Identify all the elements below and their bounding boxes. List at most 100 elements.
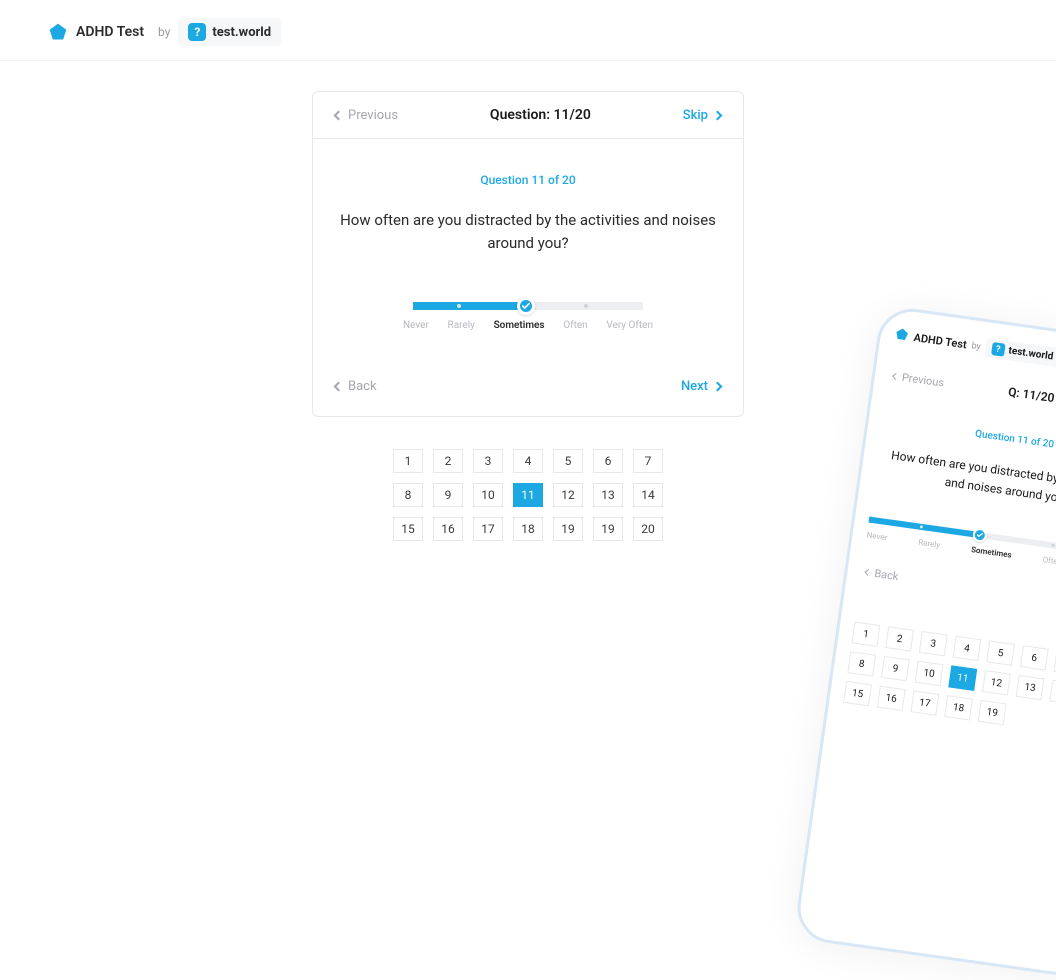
phone-pager-item-17[interactable]: 17 (910, 691, 939, 716)
phone-pager-item-3[interactable]: 3 (919, 631, 948, 656)
phone-bottom-bar: Back Next (861, 565, 1056, 615)
chevron-left-icon (892, 372, 899, 379)
phone-pager-item-2[interactable]: 2 (885, 626, 914, 651)
pager-item-4[interactable]: 4 (513, 449, 543, 473)
pager-item-16[interactable]: 16 (433, 517, 463, 541)
phone-app-title: ADHD Test (913, 331, 968, 351)
pager-item-6[interactable]: 6 (593, 449, 623, 473)
slider-option-sometimes: Sometimes (494, 320, 545, 331)
next-button[interactable]: Next (681, 379, 721, 394)
pager-item-18[interactable]: 18 (513, 517, 543, 541)
pager-item-1[interactable]: 1 (393, 449, 423, 473)
pager-item-15[interactable]: 15 (393, 517, 423, 541)
pager-item-8[interactable]: 8 (393, 483, 423, 507)
phone-pager-item-12[interactable]: 12 (982, 670, 1011, 695)
pager-item-12[interactable]: 12 (553, 483, 583, 507)
check-icon (976, 532, 983, 539)
skip-label: Skip (683, 108, 708, 123)
slider-tick (1052, 544, 1055, 547)
phone-pager-item-15[interactable]: 15 (843, 681, 872, 706)
slider-tick (457, 304, 461, 308)
phone-pager-item-9[interactable]: 9 (881, 656, 910, 681)
pager-item-7[interactable]: 7 (633, 449, 663, 473)
back-label: Back (348, 379, 377, 394)
pager-item-2[interactable]: 2 (433, 449, 463, 473)
phone-brand-badge[interactable]: ? test.world (984, 338, 1056, 367)
phone-pager-item-4[interactable]: 4 (952, 636, 981, 661)
pager-item-19[interactable]: 19 (593, 517, 623, 541)
phone-pager-item-1[interactable]: 1 (851, 622, 880, 647)
slider-option-rarely: Rarely (448, 320, 475, 331)
question-pager: 123456789101112131415161718191920 (393, 449, 663, 541)
brand-name: test.world (212, 25, 271, 40)
answer-slider[interactable]: Never Rarely Sometimes Often Very Often (335, 302, 721, 331)
phone-question-pager: 12345678910111213141516171819 (843, 622, 1056, 740)
slider-option-often: Often (563, 320, 587, 331)
card-top-bar: Previous Question: 11/20 Skip (313, 92, 743, 139)
question-text: How often are you distracted by the acti… (338, 209, 718, 256)
slider-tick (584, 304, 588, 308)
card-bottom-bar: Back Next (313, 361, 743, 416)
slider-knob[interactable] (517, 297, 535, 315)
phone-by-label: by (971, 341, 982, 352)
brand-badge[interactable]: ? test.world (178, 18, 281, 46)
slider-option-rarely: Rarely (918, 538, 941, 550)
phone-previous-button[interactable]: Previous (892, 369, 945, 389)
brand-name: test.world (1008, 345, 1054, 362)
slider-option-never: Never (403, 320, 429, 331)
phone-pager-item-11[interactable]: 11 (948, 666, 977, 691)
phone-pager-item-18[interactable]: 18 (944, 695, 973, 720)
slider-fill (413, 302, 526, 310)
brand-icon: ? (188, 23, 206, 41)
slider-option-never: Never (866, 531, 888, 543)
previous-label: Previous (348, 108, 398, 123)
phone-previous-label: Previous (901, 370, 945, 389)
pager-item-14[interactable]: 14 (633, 483, 663, 507)
pager-item-17[interactable]: 17 (473, 517, 503, 541)
phone-back-button[interactable]: Back (865, 566, 900, 583)
pager-item-13[interactable]: 13 (593, 483, 623, 507)
phone-pager-item-8[interactable]: 8 (847, 651, 876, 676)
brand-icon: ? (991, 342, 1006, 357)
pager-item-19[interactable]: 19 (553, 517, 583, 541)
phone-question-text: How often are you distracted by the acti… (874, 444, 1056, 518)
phone-pager-item-10[interactable]: 10 (915, 661, 944, 686)
phone-slider-knob[interactable] (972, 527, 988, 543)
question-number: Question 11 of 20 (335, 173, 721, 187)
pager-item-10[interactable]: 10 (473, 483, 503, 507)
app-title: ADHD Test (76, 24, 144, 40)
chevron-left-icon (334, 381, 344, 391)
slider-track[interactable] (413, 302, 643, 310)
skip-button[interactable]: Skip (683, 108, 721, 123)
slider-option-often: Often (1042, 555, 1056, 567)
header: ADHD Test by ? test.world (0, 0, 1056, 61)
pager-item-3[interactable]: 3 (473, 449, 503, 473)
pager-item-20[interactable]: 20 (633, 517, 663, 541)
chevron-left-icon (865, 569, 872, 576)
slider-option-sometimes: Sometimes (971, 545, 1013, 560)
chevron-right-icon (713, 110, 723, 120)
check-icon (522, 302, 530, 310)
phone-top-bar: Previous Q: 11/20 Skip (888, 368, 1056, 419)
phone-back-label: Back (874, 567, 900, 583)
chevron-right-icon (713, 381, 723, 391)
pentagon-logo-icon (48, 22, 68, 42)
by-label: by (158, 25, 170, 39)
phone-pager-item-19[interactable]: 19 (978, 700, 1007, 725)
phone-pager-item-16[interactable]: 16 (877, 686, 906, 711)
pager-item-5[interactable]: 5 (553, 449, 583, 473)
phone-pager-item-5[interactable]: 5 (986, 641, 1015, 666)
phone-pager-item-13[interactable]: 13 (1016, 675, 1045, 700)
question-card: Previous Question: 11/20 Skip Question 1… (312, 91, 744, 417)
pager-item-9[interactable]: 9 (433, 483, 463, 507)
previous-button[interactable]: Previous (335, 108, 398, 123)
next-label: Next (681, 379, 708, 394)
card-body: Question 11 of 20 How often are you dist… (313, 139, 743, 361)
back-button[interactable]: Back (335, 379, 377, 394)
phone-pager-item-6[interactable]: 6 (1020, 645, 1049, 670)
pager-item-11[interactable]: 11 (513, 483, 543, 507)
slider-labels: Never Rarely Sometimes Often Very Often (403, 320, 653, 331)
question-title: Question: 11/20 (490, 107, 591, 123)
phone-pager-item-14[interactable]: 14 (1049, 680, 1056, 705)
pentagon-logo-icon (894, 325, 911, 346)
